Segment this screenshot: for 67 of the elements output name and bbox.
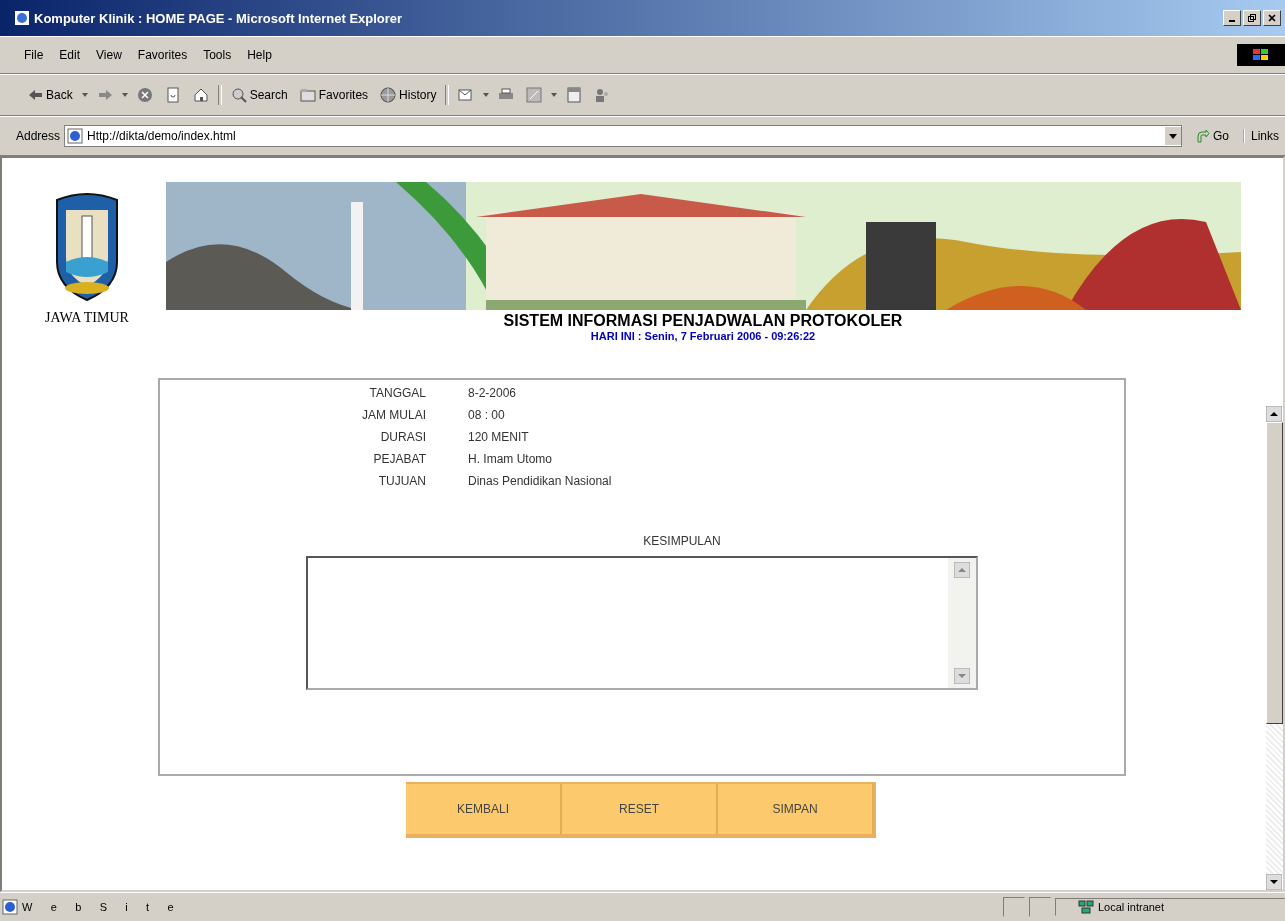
dropdown-arrow-icon bbox=[483, 93, 490, 97]
dropdown-arrow-icon bbox=[81, 93, 88, 97]
home-icon bbox=[192, 87, 209, 103]
scroll-down-button[interactable] bbox=[1266, 874, 1282, 890]
date-time-text: HARI INI : Senin, 7 Februari 2006 - 09:26:22 bbox=[590, 330, 816, 342]
search-button[interactable]: Search bbox=[227, 85, 291, 105]
stop-icon bbox=[136, 87, 153, 103]
field-label: DURASI bbox=[379, 430, 426, 444]
zone-indicator: Local intranet bbox=[1055, 898, 1285, 916]
favorites-button[interactable]: Favorites bbox=[296, 85, 372, 105]
menu-item[interactable]: Favorites bbox=[137, 48, 188, 62]
restore-icon bbox=[1248, 14, 1256, 22]
windows-logo-icon bbox=[1251, 47, 1271, 63]
status-pane bbox=[1003, 897, 1025, 917]
back-arrow-icon bbox=[27, 87, 43, 103]
form-button[interactable]: RESET bbox=[562, 784, 718, 834]
minimize-button[interactable] bbox=[1223, 10, 1241, 26]
window-title: Komputer Klinik : HOME PAGE - Microsoft Internet Explorer bbox=[34, 10, 403, 26]
form-button[interactable]: SIMPAN bbox=[718, 784, 874, 834]
restore-button[interactable] bbox=[1243, 10, 1261, 26]
globe-icon bbox=[380, 87, 397, 103]
dropdown-arrow-icon bbox=[121, 93, 128, 97]
mail-icon bbox=[458, 87, 475, 103]
notes-label: KESIMPULAN bbox=[642, 534, 722, 548]
field-value: H. Imam Utomo bbox=[468, 452, 553, 466]
page-heading: SISTEM INFORMASI PENJADWALAN PROTOKOLER bbox=[503, 312, 903, 330]
close-button[interactable] bbox=[1263, 10, 1281, 26]
back-button[interactable]: Back bbox=[24, 85, 76, 105]
document-icon bbox=[566, 87, 583, 103]
field-value: 08 : 00 bbox=[468, 408, 506, 422]
dropdown-arrow-icon bbox=[551, 93, 558, 97]
history-button[interactable]: History bbox=[377, 85, 440, 105]
menu-item[interactable]: View bbox=[96, 48, 122, 62]
form-button[interactable]: KEMBALI bbox=[406, 784, 562, 834]
intranet-icon bbox=[1078, 900, 1094, 914]
field-label: JAM MULAI bbox=[361, 408, 426, 422]
status-text: W e b S i t e bbox=[22, 901, 175, 913]
page-globe-icon bbox=[67, 128, 84, 144]
page-globe-icon bbox=[2, 899, 18, 915]
links-button[interactable]: Links bbox=[1243, 129, 1285, 143]
folder-icon bbox=[299, 87, 316, 103]
field-label: TANGGAL bbox=[368, 386, 426, 400]
scrollbar-thumb[interactable] bbox=[1266, 422, 1283, 724]
field-value: Dinas Pendidikan Nasional bbox=[468, 474, 613, 488]
forward-arrow-icon bbox=[96, 87, 113, 103]
people-icon bbox=[594, 87, 611, 103]
page-icon bbox=[164, 87, 181, 103]
close-icon bbox=[1268, 14, 1276, 22]
browser-icon bbox=[14, 10, 30, 26]
menu-item[interactable]: Help bbox=[247, 48, 272, 62]
scroll-up-button[interactable] bbox=[1266, 406, 1282, 422]
field-value: 120 MENIT bbox=[468, 430, 530, 444]
address-field[interactable]: Http://dikta/demo/index.html bbox=[64, 125, 1182, 147]
address-label: Address bbox=[16, 129, 61, 143]
menu-item[interactable]: Tools bbox=[203, 48, 232, 62]
go-button[interactable]: Go bbox=[1185, 129, 1239, 143]
search-icon bbox=[230, 87, 247, 103]
field-label: TUJUAN bbox=[377, 474, 426, 488]
field-label: PEJABAT bbox=[372, 452, 426, 466]
go-arrow-icon bbox=[1195, 129, 1210, 143]
region-label: JAWA TIMUR bbox=[45, 310, 129, 326]
menu-item[interactable]: File bbox=[24, 48, 44, 62]
status-pane bbox=[1029, 897, 1051, 917]
edit-icon bbox=[526, 87, 543, 103]
menu-item[interactable]: Edit bbox=[59, 48, 81, 62]
field-value: 8-2-2006 bbox=[468, 386, 518, 400]
dropdown-arrow-icon bbox=[1168, 133, 1177, 139]
